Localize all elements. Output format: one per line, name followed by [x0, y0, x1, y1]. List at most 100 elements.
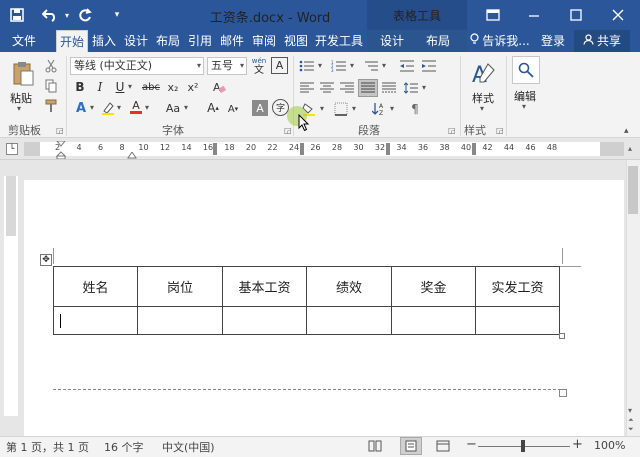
- distributed-icon[interactable]: [380, 80, 398, 96]
- column-marker[interactable]: [386, 143, 390, 155]
- paragraph-launcher-icon[interactable]: ◲: [448, 126, 456, 135]
- tab-table-layout[interactable]: 布局: [424, 30, 452, 52]
- table-cell[interactable]: [306, 306, 392, 335]
- change-case-button[interactable]: Aa: [162, 100, 184, 116]
- line-spacing-icon[interactable]: [402, 80, 420, 96]
- phonetic-guide-button[interactable]: wén 文: [250, 55, 268, 77]
- tab-table-design[interactable]: 设计: [378, 30, 406, 52]
- customize-qat-icon[interactable]: ▾: [108, 6, 126, 24]
- read-mode-icon[interactable]: [368, 440, 382, 455]
- zoom-out-button[interactable]: −: [466, 437, 477, 452]
- table-resize-handle[interactable]: [559, 333, 565, 339]
- word-count[interactable]: 16 个字: [104, 439, 144, 455]
- copy-icon[interactable]: [42, 78, 60, 94]
- bullets-dropdown-icon[interactable]: ▾: [318, 61, 322, 70]
- show-marks-icon[interactable]: ¶: [406, 101, 424, 117]
- text-effects-button[interactable]: A: [72, 100, 90, 116]
- save-icon[interactable]: [8, 6, 26, 24]
- tab-references[interactable]: 引用: [186, 30, 214, 52]
- page-count[interactable]: 第 1 页，共 1 页: [6, 439, 89, 455]
- tab-home[interactable]: 开始: [56, 30, 88, 52]
- column-marker[interactable]: [472, 143, 476, 155]
- editing-dropdown-icon[interactable]: ▾: [522, 102, 526, 111]
- tab-selector-icon[interactable]: └: [6, 143, 18, 155]
- language[interactable]: 中文(中国): [162, 439, 215, 455]
- highlight-dropdown-icon[interactable]: ▾: [117, 103, 121, 112]
- table-cell[interactable]: [475, 306, 560, 335]
- table-header-cell[interactable]: 绩效: [306, 266, 392, 307]
- paste-dropdown-icon[interactable]: ▾: [17, 104, 21, 113]
- ribbon-display-icon[interactable]: [473, 0, 513, 30]
- table-move-handle-icon[interactable]: ✥: [40, 254, 52, 266]
- scrollbar-thumb[interactable]: [628, 166, 638, 214]
- salary-table[interactable]: 姓名 岗位 基本工资 绩效 奖金 实发工资: [53, 266, 560, 335]
- search-icon[interactable]: [512, 56, 540, 84]
- format-painter-icon[interactable]: [42, 98, 60, 114]
- zoom-in-button[interactable]: +: [572, 437, 583, 452]
- align-right-icon[interactable]: [338, 80, 356, 96]
- subscript-button[interactable]: x₂: [164, 79, 182, 95]
- underline-dropdown-icon[interactable]: ▾: [128, 82, 132, 91]
- font-color-dropdown-icon[interactable]: ▾: [145, 103, 149, 112]
- prev-page-icon[interactable]: ⏶: [628, 416, 634, 425]
- grow-font-button[interactable]: A ▴: [206, 100, 220, 116]
- table-header-cell[interactable]: 基本工资: [222, 266, 307, 307]
- table-cell[interactable]: [53, 306, 138, 335]
- line-spacing-dropdown-icon[interactable]: ▾: [422, 83, 426, 92]
- styles-launcher-icon[interactable]: ◲: [496, 126, 504, 135]
- tab-file[interactable]: 文件: [6, 30, 42, 52]
- borders-dropdown-icon[interactable]: ▾: [352, 104, 356, 113]
- clipboard-launcher-icon[interactable]: ◲: [56, 126, 64, 135]
- table-header-cell[interactable]: 姓名: [53, 266, 138, 307]
- column-marker[interactable]: [213, 143, 217, 155]
- bullets-icon[interactable]: [298, 58, 316, 74]
- align-left-icon[interactable]: [298, 80, 316, 96]
- shading-dropdown-icon[interactable]: ▾: [320, 104, 324, 113]
- table-cell[interactable]: [137, 306, 223, 335]
- decrease-indent-icon[interactable]: [398, 58, 416, 74]
- sort-dropdown-icon[interactable]: ▾: [390, 104, 394, 113]
- bold-button[interactable]: B: [72, 79, 88, 95]
- align-center-icon[interactable]: [318, 80, 336, 96]
- styles-dropdown-icon[interactable]: ▾: [480, 104, 484, 113]
- font-launcher-icon[interactable]: ◲: [284, 126, 292, 135]
- table-cell[interactable]: [391, 306, 476, 335]
- underline-button[interactable]: U: [112, 79, 128, 95]
- share-button[interactable]: 共享: [574, 30, 630, 52]
- tab-review[interactable]: 审阅: [250, 30, 278, 52]
- tab-insert[interactable]: 插入: [90, 30, 118, 52]
- shrink-font-button[interactable]: A ▾: [226, 101, 240, 117]
- next-page-icon[interactable]: ⏷: [628, 425, 634, 434]
- clear-formatting-icon[interactable]: A: [210, 79, 228, 95]
- font-color-button[interactable]: A: [128, 98, 144, 116]
- print-layout-icon[interactable]: [400, 437, 422, 455]
- column-marker[interactable]: [300, 143, 304, 155]
- table-header-cell[interactable]: 实发工资: [475, 266, 560, 307]
- borders-icon[interactable]: [332, 101, 350, 117]
- font-size-select[interactable]: 五号 ▾: [207, 57, 247, 75]
- cut-icon[interactable]: [42, 58, 60, 74]
- sort-icon[interactable]: AZ: [370, 101, 390, 117]
- increase-indent-icon[interactable]: [420, 58, 438, 74]
- login-link[interactable]: 登录: [538, 30, 568, 52]
- table-cell[interactable]: [222, 306, 307, 335]
- close-icon[interactable]: [598, 0, 638, 30]
- scroll-down-icon[interactable]: ▾: [628, 406, 632, 415]
- tab-layout[interactable]: 布局: [154, 30, 182, 52]
- highlight-icon[interactable]: [100, 100, 116, 116]
- tab-developer[interactable]: 开发工具: [314, 30, 364, 52]
- undo-dropdown-icon[interactable]: ▾: [62, 6, 72, 24]
- tab-view[interactable]: 视图: [282, 30, 310, 52]
- web-layout-icon[interactable]: [436, 440, 450, 455]
- tab-mailings[interactable]: 邮件: [218, 30, 246, 52]
- numbering-dropdown-icon[interactable]: ▾: [350, 61, 354, 70]
- zoom-level[interactable]: 100%: [594, 439, 625, 452]
- scroll-up-icon[interactable]: ▴: [628, 144, 632, 153]
- char-border-button[interactable]: A: [271, 57, 288, 74]
- change-case-dropdown-icon[interactable]: ▾: [184, 103, 188, 112]
- collapse-ribbon-icon[interactable]: ▴: [624, 126, 629, 136]
- tab-design[interactable]: 设计: [122, 30, 150, 52]
- paste-icon[interactable]: [8, 58, 38, 90]
- char-shading-button[interactable]: A: [252, 100, 268, 116]
- undo-icon[interactable]: [40, 6, 60, 24]
